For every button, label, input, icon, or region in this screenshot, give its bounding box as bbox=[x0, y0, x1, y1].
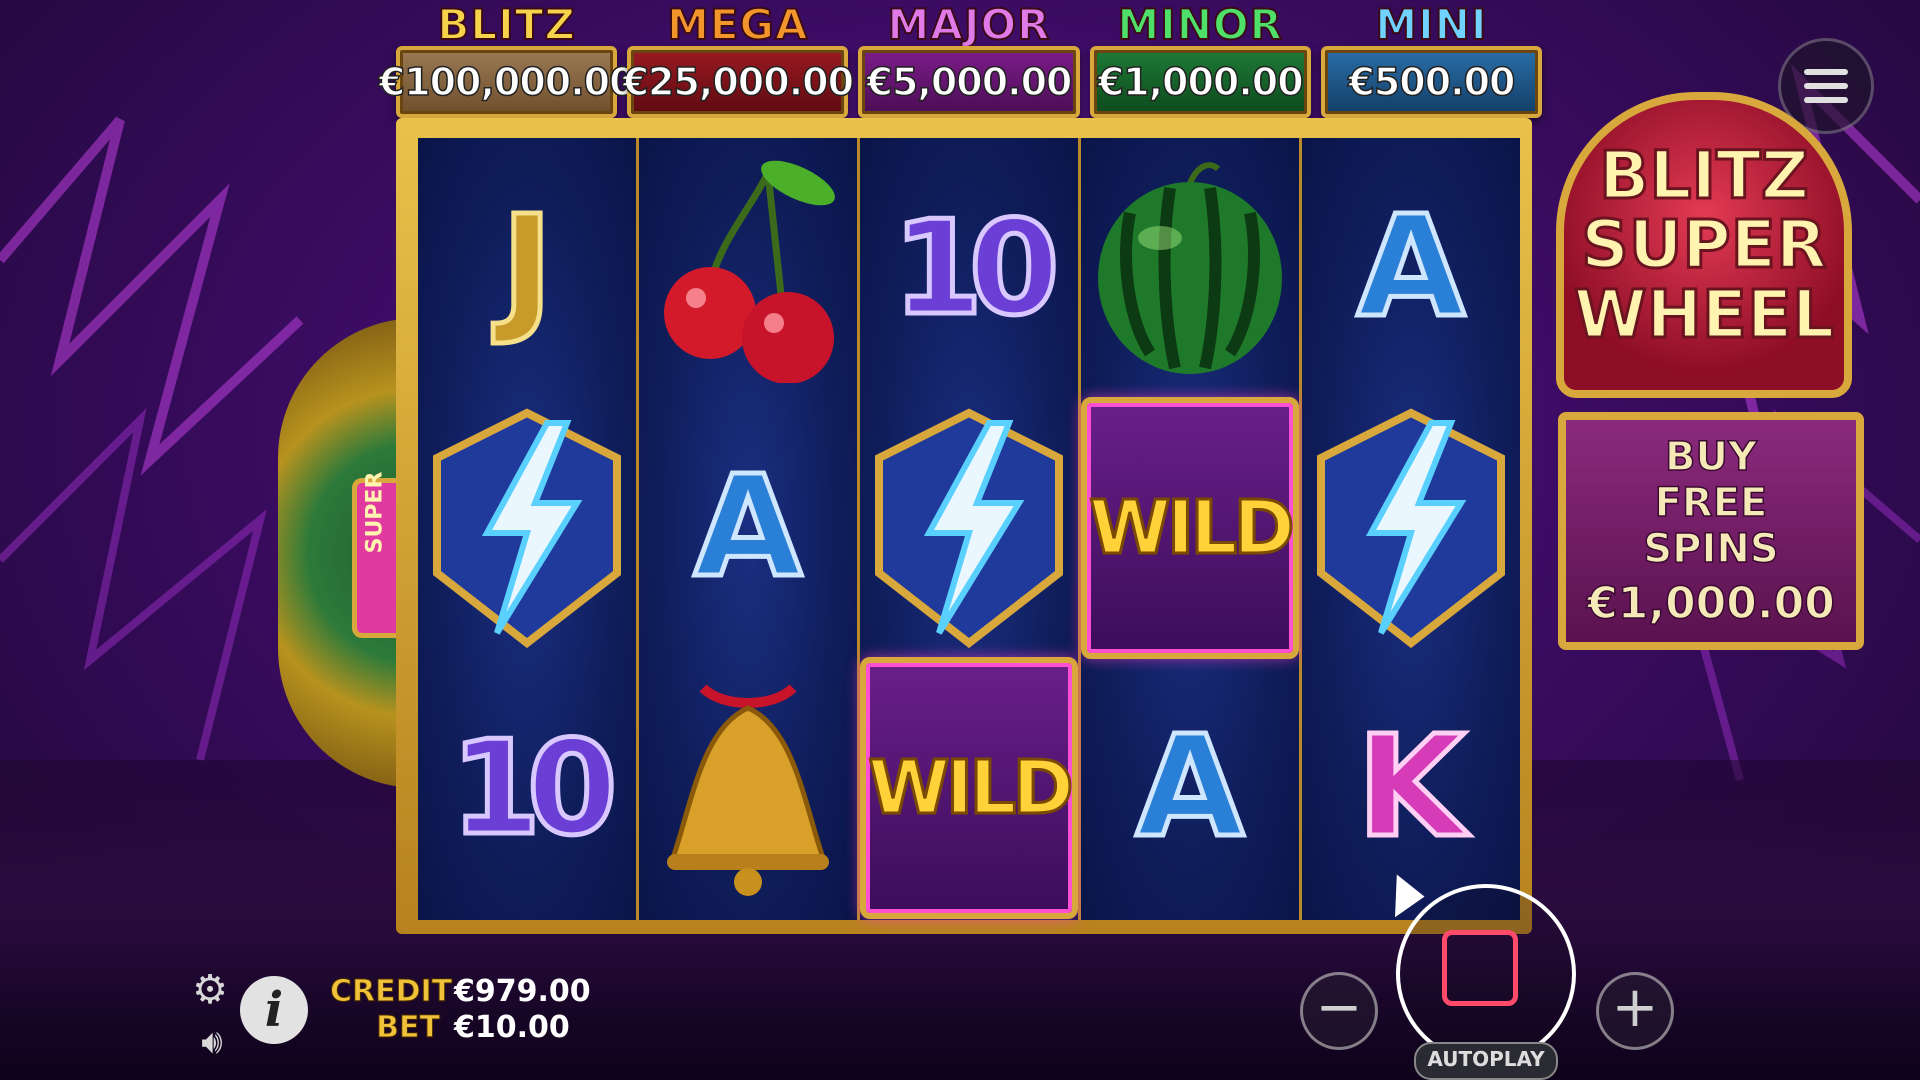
lightning-bolt-icon bbox=[875, 408, 1063, 649]
letter-j: J bbox=[498, 186, 555, 349]
lightning-bolt-icon bbox=[1317, 408, 1505, 649]
jackpot-value: €5,000.00 bbox=[866, 59, 1073, 105]
jackpot-title: BLITZ bbox=[436, 0, 576, 50]
logo-line-1: BLITZ bbox=[1598, 137, 1811, 215]
cherries-icon bbox=[664, 160, 835, 383]
jackpot-blitz: BLITZ €100,000.00 bbox=[378, 0, 636, 118]
golden-bell-icon bbox=[667, 684, 829, 896]
bet-value: €10.00 bbox=[454, 1010, 570, 1045]
jackpot-minor: MINOR €1,000.00 bbox=[1089, 0, 1311, 118]
minus-icon: − bbox=[1315, 975, 1363, 1040]
speaker-icon[interactable]: 🔊︎ bbox=[190, 1020, 234, 1064]
symbol-j: J bbox=[418, 138, 636, 398]
symbol-cherries bbox=[639, 138, 857, 398]
jackpot-title: MINOR bbox=[1116, 0, 1284, 50]
jackpot-plate: €1,000.00 bbox=[1089, 46, 1311, 118]
reel-1: J 10 bbox=[418, 138, 639, 920]
jackpot-title: MAJOR bbox=[887, 0, 1051, 50]
wild-tile: WILD bbox=[860, 657, 1078, 919]
lightning-bolt-icon bbox=[433, 408, 621, 649]
jackpot-value: €100,000.00 bbox=[378, 59, 636, 105]
hamburger-icon bbox=[1804, 69, 1848, 75]
jackpot-major: MAJOR €5,000.00 bbox=[858, 0, 1080, 118]
symbol-a: A bbox=[1081, 658, 1299, 918]
symbol-a: A bbox=[639, 398, 857, 658]
jackpot-value: €25,000.00 bbox=[622, 59, 855, 105]
reel-5: A K bbox=[1302, 138, 1520, 920]
symbol-wild: WILD bbox=[1081, 397, 1299, 659]
reel-4: WILD A bbox=[1081, 138, 1302, 920]
jackpot-value: €500.00 bbox=[1348, 59, 1517, 105]
watermelon-icon bbox=[1098, 162, 1282, 374]
symbol-10: 10 bbox=[418, 658, 636, 918]
symbol-10: 10 bbox=[860, 138, 1078, 398]
autoplay-button[interactable]: AUTOPLAY bbox=[1414, 1042, 1558, 1080]
jackpot-plate: €500.00 bbox=[1320, 46, 1543, 118]
reel-area[interactable]: J 10 A 10 WILD WILD A A K bbox=[418, 138, 1520, 920]
reel-2: A bbox=[639, 138, 860, 920]
info-icon[interactable]: i bbox=[240, 976, 308, 1044]
decrease-bet-button[interactable]: − bbox=[1300, 972, 1378, 1050]
jackpot-plate: €5,000.00 bbox=[858, 46, 1080, 118]
plus-icon: + bbox=[1611, 975, 1659, 1040]
symbol-lightning bbox=[860, 398, 1078, 658]
letter-10: 10 bbox=[890, 192, 1062, 344]
letter-a: A bbox=[691, 446, 804, 609]
credit-value: €979.00 bbox=[454, 974, 591, 1009]
jackpot-plate: €25,000.00 bbox=[622, 46, 855, 118]
buy-line-2: FREE bbox=[1654, 479, 1768, 527]
symbol-a: A bbox=[1302, 138, 1520, 398]
buy-price: €1,000.00 bbox=[1586, 577, 1835, 630]
hamburger-icon bbox=[1804, 83, 1848, 89]
symbol-wild: WILD bbox=[860, 657, 1078, 919]
hamburger-icon bbox=[1804, 97, 1848, 103]
bet-label: BET bbox=[376, 1010, 441, 1046]
letter-10: 10 bbox=[448, 712, 620, 864]
jackpot-plate: €100,000.00 bbox=[378, 46, 636, 118]
buy-line-3: SPINS bbox=[1643, 525, 1780, 573]
wild-tile: WILD bbox=[1081, 397, 1299, 659]
letter-a: A bbox=[1133, 706, 1246, 869]
game-logo: BLITZ SUPER WHEEL bbox=[1556, 92, 1852, 398]
jackpot-value: €1,000.00 bbox=[1097, 59, 1304, 105]
jackpot-mega: MEGA €25,000.00 bbox=[622, 0, 855, 118]
buy-line-1: BUY bbox=[1664, 433, 1757, 481]
letter-a: A bbox=[1354, 186, 1467, 349]
letter-k: K bbox=[1354, 706, 1467, 869]
wild-label: WILD bbox=[867, 744, 1076, 833]
increase-bet-button[interactable]: + bbox=[1596, 972, 1674, 1050]
jackpot-title: MEGA bbox=[666, 0, 809, 50]
symbol-lightning bbox=[1302, 398, 1520, 658]
gear-icon[interactable]: ⚙ bbox=[188, 968, 232, 1012]
jackpot-mini: MINI €500.00 bbox=[1320, 0, 1543, 118]
stop-icon bbox=[1442, 930, 1518, 1006]
wild-label: WILD bbox=[1088, 484, 1297, 573]
wheel-label: SUPER bbox=[362, 471, 388, 554]
symbol-lightning bbox=[418, 398, 636, 658]
reel-3: 10 WILD bbox=[860, 138, 1081, 920]
logo-line-2: SUPER bbox=[1580, 206, 1828, 284]
jackpot-bar: BLITZ €100,000.00 MEGA €25,000.00 MAJOR … bbox=[378, 0, 1543, 118]
buy-free-spins-button[interactable]: BUY FREE SPINS €1,000.00 bbox=[1558, 412, 1864, 650]
logo-line-3: WHEEL bbox=[1572, 275, 1835, 353]
symbol-watermelon bbox=[1081, 138, 1299, 398]
jackpot-title: MINI bbox=[1374, 0, 1488, 50]
credit-label: CREDIT bbox=[330, 974, 453, 1010]
symbol-bell bbox=[639, 658, 857, 918]
